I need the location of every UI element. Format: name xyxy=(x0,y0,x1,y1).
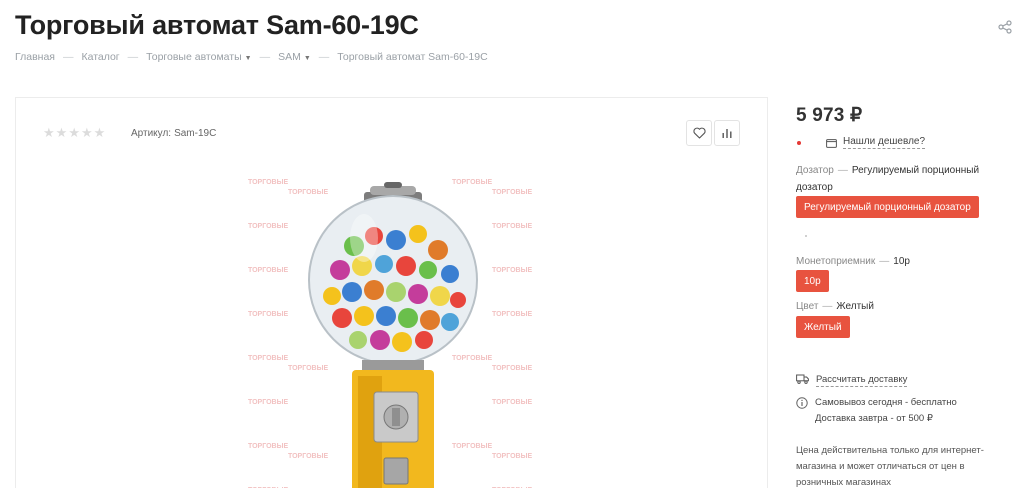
svg-text:ТОРГОВЫЕ: ТОРГОВЫЕ xyxy=(492,399,532,406)
share-icon[interactable] xyxy=(998,20,1012,34)
breadcrumb-separator: — xyxy=(318,51,330,63)
svg-text:ТОРГОВЫЕ: ТОРГОВЫЕ xyxy=(248,443,288,450)
dispenser-label: Дозатор xyxy=(796,165,834,176)
delivery-line: Доставка завтра - от 500 ₽ xyxy=(815,413,933,424)
star-icon: ★ xyxy=(68,125,80,140)
svg-text:ТОРГОВЫЕ: ТОРГОВЫЕ xyxy=(492,189,532,196)
divider-dot xyxy=(805,235,807,237)
delivery-calc-label: Рассчитать доставку xyxy=(816,374,908,387)
product-gallery-card: ★ ★ ★ ★ ★ Артикул: Sam-19C ТОРГОВЫЕ ТОРГОВ… xyxy=(15,97,768,488)
found-cheaper-link[interactable]: Нашли дешевле? xyxy=(826,136,926,149)
breadcrumb-sam-label: SAM xyxy=(278,51,301,63)
info-icon xyxy=(796,397,808,409)
svg-text:ТОРГОВЫЕ: ТОРГОВЫЕ xyxy=(492,453,532,460)
svg-text:ТОРГОВЫЕ: ТОРГОВЫЕ xyxy=(248,179,288,186)
favorite-button[interactable] xyxy=(686,120,712,146)
delivery-calc[interactable]: Рассчитать доставку xyxy=(796,374,908,387)
dispenser-chip[interactable]: Регулируемый порционный дозатор xyxy=(796,196,979,218)
color-label: Цвет xyxy=(796,301,819,312)
breadcrumb-catalog[interactable]: Каталог xyxy=(81,51,119,63)
pickup-info: Самовывоз сегодня - бесплатно Доставка з… xyxy=(796,395,957,427)
breadcrumb-separator: — xyxy=(62,51,74,63)
breadcrumb-separator: — xyxy=(259,51,271,63)
coin-prop: Монетоприемник —10р xyxy=(796,256,910,267)
chevron-down-icon: ▼ xyxy=(303,55,311,62)
svg-text:ТОРГОВЫЕ: ТОРГОВЫЕ xyxy=(492,267,532,274)
coin-label: Монетоприемник xyxy=(796,256,876,267)
star-icon: ★ xyxy=(93,125,106,140)
gumball-machine-image[interactable]: ТОРГОВЫЕТОРГОВЫЕТОРГОВЫЕТОРГОВЫЕ ТОРГОВЫ… xyxy=(246,170,536,488)
star-icon: ★ xyxy=(43,125,55,140)
svg-text:ТОРГОВЫЕ: ТОРГОВЫЕ xyxy=(492,311,532,318)
svg-text:ТОРГОВЫЕ: ТОРГОВЫЕ xyxy=(288,453,328,460)
svg-text:ТОРГОВЫЕ: ТОРГОВЫЕ xyxy=(452,355,492,362)
chevron-down-icon: ▼ xyxy=(244,55,252,62)
page-title: Торговый автомат Sam-60-19C xyxy=(15,10,419,40)
pickup-line: Самовывоз сегодня - бесплатно xyxy=(815,397,957,408)
svg-text:ТОРГОВЫЕ: ТОРГОВЫЕ xyxy=(288,189,328,196)
svg-text:ТОРГОВЫЕ: ТОРГОВЫЕ xyxy=(492,365,532,372)
star-icon: ★ xyxy=(55,125,68,140)
coin-value: 10р xyxy=(893,256,910,267)
breadcrumb-home[interactable]: Главная xyxy=(15,51,55,63)
breadcrumb-vending-label: Торговые автоматы xyxy=(146,51,242,63)
truck-icon xyxy=(796,374,809,384)
article-label: Артикул: xyxy=(131,128,172,139)
svg-text:ТОРГОВЫЕ: ТОРГОВЫЕ xyxy=(452,179,492,186)
product-price: 5 973 ₽ xyxy=(796,105,863,126)
wallet-icon xyxy=(826,138,837,148)
found-cheaper-label: Нашли дешевле? xyxy=(843,136,926,149)
svg-text:ТОРГОВЫЕ: ТОРГОВЫЕ xyxy=(248,355,288,362)
svg-text:ТОРГОВЫЕ: ТОРГОВЫЕ xyxy=(288,365,328,372)
compare-button[interactable] xyxy=(714,120,740,146)
breadcrumb: Главная — Каталог — Торговые автоматы ▼ —… xyxy=(15,51,488,63)
coin-chip[interactable]: 10р xyxy=(796,270,829,292)
breadcrumb-separator: — xyxy=(127,51,139,63)
article-number: Артикул: Sam-19C xyxy=(131,128,216,139)
breadcrumb-vending[interactable]: Торговые автоматы ▼ xyxy=(146,51,251,63)
color-chip[interactable]: Желтый xyxy=(796,316,850,338)
star-icon: ★ xyxy=(80,125,93,140)
heart-icon xyxy=(692,127,706,139)
price-note: Цена действительна только для интернет-м… xyxy=(796,445,984,488)
svg-text:ТОРГОВЫЕ: ТОРГОВЫЕ xyxy=(248,223,288,230)
svg-text:ТОРГОВЫЕ: ТОРГОВЫЕ xyxy=(248,311,288,318)
availability-dot xyxy=(797,141,801,145)
breadcrumb-sam[interactable]: SAM ▼ xyxy=(278,51,311,63)
dispenser-prop: Дозатор — Регулируемый порционный дозатор xyxy=(796,165,980,193)
svg-text:ТОРГОВЫЕ: ТОРГОВЫЕ xyxy=(248,399,288,406)
breadcrumb-current: Торговый автомат Sam-60-19C xyxy=(337,51,488,63)
article-value: Sam-19C xyxy=(174,128,217,139)
rating-stars[interactable]: ★ ★ ★ ★ ★ xyxy=(43,126,105,139)
color-prop: Цвет — Желтый xyxy=(796,301,874,312)
svg-text:ТОРГОВЫЕ: ТОРГОВЫЕ xyxy=(248,267,288,274)
svg-text:ТОРГОВЫЕ: ТОРГОВЫЕ xyxy=(492,223,532,230)
svg-text:ТОРГОВЫЕ: ТОРГОВЫЕ xyxy=(452,443,492,450)
bar-chart-icon xyxy=(722,129,732,138)
color-value: Желтый xyxy=(836,301,874,312)
